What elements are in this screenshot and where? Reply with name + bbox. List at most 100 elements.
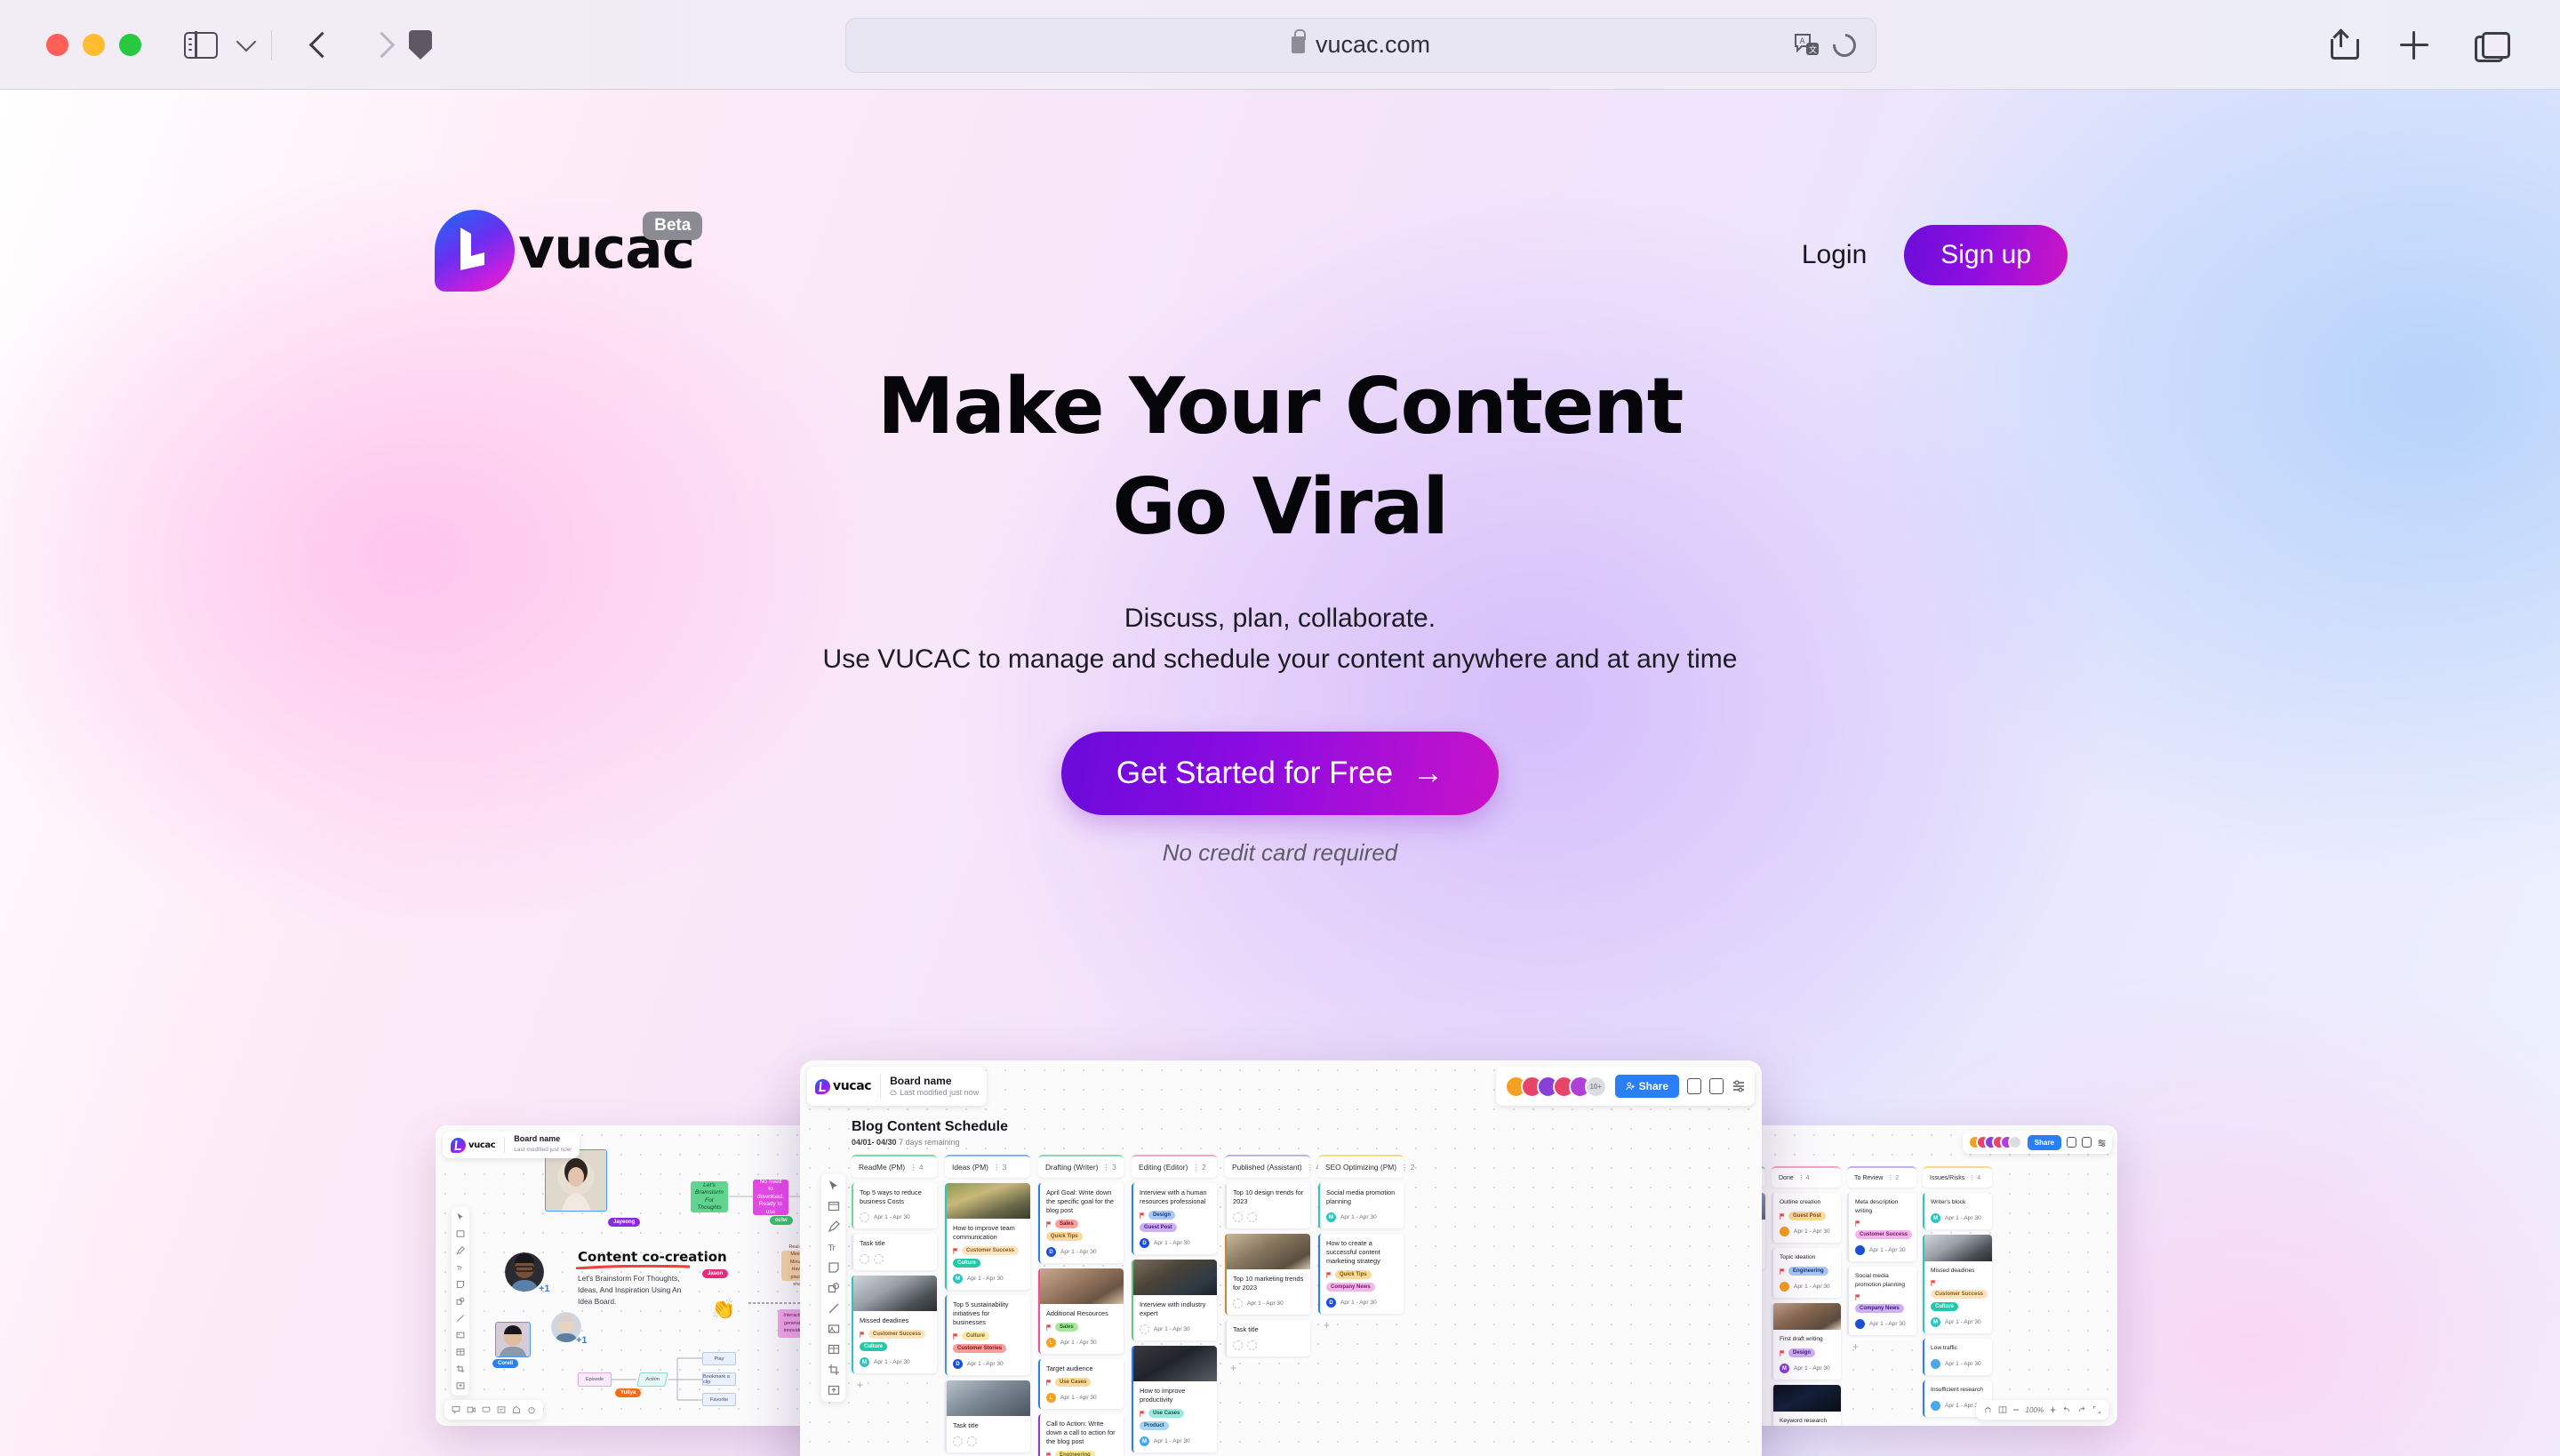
new-tab-icon[interactable] [2400, 30, 2428, 60]
avatar-placeholder[interactable] [860, 1212, 869, 1222]
main-board-screenshot[interactable]: vucac Board name Last modified just now [800, 1060, 1762, 1456]
avatar-placeholder[interactable] [1233, 1299, 1243, 1308]
tag[interactable]: Culture [860, 1342, 887, 1351]
kanban-card[interactable]: Additional Resources Sales L Apr 1 - Apr 30 [1038, 1268, 1124, 1354]
tag[interactable]: Customer Success [1931, 1290, 1988, 1299]
kanban-card[interactable]: Task title [852, 1234, 937, 1270]
vote-icon[interactable] [512, 1405, 521, 1414]
avatar[interactable] [1931, 1359, 1940, 1369]
kanban-card[interactable]: April Goal: Write down the specific goal… [1038, 1183, 1124, 1263]
project-board-screenshot[interactable]: Share In Progress⋮ 1CTAs planningQuick T… [1726, 1125, 2117, 1426]
avatar[interactable] [1780, 1227, 1789, 1236]
tag[interactable]: Culture [1931, 1302, 1958, 1311]
tag[interactable]: Use Cases [1148, 1409, 1185, 1418]
avatar[interactable]: D [1326, 1298, 1336, 1308]
column-header[interactable]: Editing (Editor) ⋮ 2 [1132, 1155, 1217, 1178]
kanban-card[interactable]: Call to Action: Write down a call to act… [1038, 1414, 1124, 1456]
avatar[interactable]: D [1140, 1238, 1149, 1248]
kanban-card[interactable]: Interview with indlustry expert Apr 1 - A… [1132, 1260, 1217, 1340]
sticky-note[interactable]: No need to download. Ready to use [753, 1179, 788, 1215]
column-header[interactable]: Done ⋮ 4 [1772, 1166, 1841, 1188]
kanban-card[interactable]: First draft writing Design M Apr 1 - Apr 30 [1772, 1303, 1841, 1380]
add-card-button[interactable]: + [852, 1379, 937, 1391]
hand-tool-icon[interactable] [1983, 1405, 1992, 1414]
line-tool-icon[interactable] [456, 1314, 465, 1323]
kanban-card[interactable]: Low traffic Apr 1 - Apr 30 [1923, 1339, 1992, 1375]
share-button[interactable]: Share [1614, 1075, 1679, 1098]
kanban-card[interactable]: Writer's block M Apr 1 - Apr 30 [1923, 1193, 1992, 1229]
sidebar-toggle-button[interactable] [184, 30, 257, 60]
flow-node[interactable]: Action [636, 1372, 668, 1387]
minimize-window-button[interactable] [83, 34, 105, 56]
kanban-card[interactable]: Top 5 sustainability initiatives for bus… [945, 1295, 1030, 1375]
kanban-card[interactable]: Task title [945, 1380, 1030, 1452]
sticky-note-tool-icon[interactable] [456, 1280, 465, 1289]
login-link[interactable]: Login [1802, 240, 1867, 270]
avatar[interactable] [1780, 1282, 1789, 1292]
cursor-tool-icon[interactable] [456, 1212, 465, 1221]
left-tool-strip[interactable]: Tr [452, 1207, 469, 1396]
tag[interactable]: Customer Success [868, 1330, 926, 1339]
avatar-placeholder[interactable] [1247, 1212, 1257, 1222]
line-tool-icon[interactable] [828, 1302, 840, 1315]
tag[interactable]: Engineering [1055, 1451, 1095, 1456]
zoom-in-button[interactable]: + [2050, 1404, 2056, 1415]
comment-icon[interactable] [452, 1405, 460, 1414]
tag[interactable]: Customer Success [962, 1246, 1020, 1255]
kanban-card[interactable]: Keyword researchCompany NewsMApr 1 - Apr… [1772, 1385, 1841, 1426]
kanban-card[interactable]: Outline creation Guest Post Apr 1 - Apr 30 [1772, 1193, 1841, 1243]
address-bar[interactable]: vucac.com A 文 [845, 17, 1876, 73]
kanban-card[interactable]: Top 10 marketing trends for 2023 Apr 1 - … [1225, 1234, 1310, 1315]
avatar-overflow[interactable]: 10+ [1584, 1075, 1607, 1098]
tag[interactable]: Design [1148, 1211, 1176, 1220]
avatar-placeholder[interactable] [953, 1436, 963, 1446]
settings-icon[interactable] [1732, 1078, 1746, 1094]
avatar-placeholder[interactable] [967, 1436, 977, 1446]
avatar[interactable]: M [1780, 1364, 1789, 1373]
tab-overview-icon[interactable] [2475, 31, 2510, 62]
avatar[interactable]: D [953, 1359, 963, 1369]
kanban-card[interactable]: Top 10 design trends for 2023 [1225, 1183, 1310, 1228]
avatar-photo[interactable] [545, 1149, 607, 1212]
redo-icon[interactable] [2077, 1405, 2086, 1414]
column-header[interactable]: Ideas (PM) ⋮ 3 [945, 1155, 1030, 1178]
avatar-placeholder[interactable] [860, 1254, 869, 1264]
tag[interactable]: Sales [1055, 1323, 1078, 1332]
site-logo[interactable]: vucac Beta [435, 210, 703, 292]
avatar[interactable]: M [1931, 1317, 1940, 1327]
layout-icon[interactable] [1998, 1405, 2007, 1414]
avatar[interactable]: M [953, 1274, 963, 1284]
avatar-placeholder[interactable] [1233, 1212, 1243, 1222]
shape-tool-icon[interactable] [456, 1297, 465, 1306]
avatar[interactable]: M [1140, 1436, 1149, 1446]
tag[interactable]: Customer Success [1855, 1230, 1913, 1239]
pen-tool-icon[interactable] [456, 1246, 465, 1255]
get-started-button[interactable]: Get Started for Free → [1060, 732, 1500, 815]
kanban-card[interactable]: How to create a successful content marke… [1318, 1234, 1404, 1314]
kanban-card[interactable]: Top 5 ways to reduce business Costs Apr 1… [852, 1183, 937, 1228]
chat-icon[interactable] [482, 1405, 491, 1414]
kanban-card[interactable]: How to improve team communication Custome… [945, 1183, 1030, 1290]
column-header[interactable]: To Review ⋮ 2 [1847, 1166, 1916, 1188]
sticky-note[interactable]: Let's Brainstorm For Thoughts [691, 1181, 728, 1212]
tag[interactable]: Product [1140, 1421, 1169, 1430]
presentation-icon[interactable] [2067, 1137, 2076, 1148]
video-icon[interactable] [467, 1405, 476, 1414]
kanban-card[interactable]: Missed deadines Customer Success Culture M A… [1923, 1235, 1992, 1333]
avatar[interactable]: D [1046, 1247, 1056, 1257]
flow-node[interactable]: Episode [578, 1372, 612, 1387]
column-header[interactable]: Issues/Risks ⋮ 4 [1923, 1166, 1992, 1188]
avatar-overflow[interactable] [2007, 1135, 2022, 1149]
table-tool-icon[interactable] [828, 1343, 840, 1356]
column-header[interactable]: ReadMe (PM) ⋮ 4 [852, 1155, 937, 1178]
idea-board-screenshot[interactable]: vucac Board name Last modified just now … [436, 1125, 844, 1426]
crop-tool-icon[interactable] [456, 1364, 465, 1373]
settings-icon[interactable] [2097, 1137, 2107, 1148]
column-header[interactable]: SEO Optimizing (PM) ⋮ 2 [1318, 1155, 1414, 1178]
note-icon[interactable] [497, 1405, 506, 1414]
avatar[interactable] [1931, 1401, 1940, 1411]
column-header[interactable]: Drafting (Writer) ⋮ 3 [1038, 1155, 1124, 1178]
tag[interactable]: Company News [1855, 1304, 1904, 1313]
right-board-bottom-bar[interactable]: − 100% + [1975, 1400, 2108, 1420]
presentation-icon[interactable] [1687, 1078, 1701, 1094]
